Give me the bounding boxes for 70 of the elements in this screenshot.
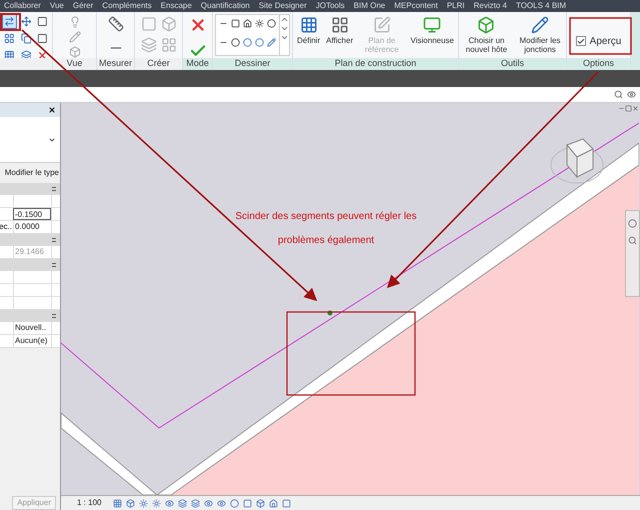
panel-label: Plan de construction bbox=[334, 57, 416, 70]
menu-tab[interactable]: BIM One bbox=[354, 1, 386, 11]
copy-tool-icon[interactable] bbox=[18, 31, 34, 46]
panel-label: Créer bbox=[147, 57, 170, 70]
property-value[interactable]: -0.1500 bbox=[13, 208, 51, 220]
pin-tool-icon[interactable] bbox=[35, 31, 50, 46]
menu-tab[interactable]: Revizto 4 bbox=[474, 1, 507, 11]
view-control-icon[interactable] bbox=[139, 498, 148, 508]
property-value[interactable]: 0.0000 bbox=[13, 221, 51, 233]
ribbon-button[interactable]: Modifier les jonctions bbox=[518, 16, 562, 58]
view-control-icon[interactable] bbox=[165, 498, 174, 508]
checkbox[interactable] bbox=[576, 36, 586, 46]
panel-label: Mesurer bbox=[98, 57, 132, 70]
view-control-icon[interactable] bbox=[126, 498, 136, 508]
collapse-icon[interactable] bbox=[52, 238, 56, 242]
grid-lightbulb-icon[interactable] bbox=[330, 16, 349, 34]
expand-icon[interactable] bbox=[280, 33, 289, 42]
grid-tool-icon[interactable] bbox=[2, 31, 17, 46]
panel-label: Dessiner bbox=[234, 57, 270, 70]
collapse-icon[interactable] bbox=[52, 263, 56, 267]
view-control-icon[interactable] bbox=[256, 498, 266, 508]
edit-type-button[interactable]: Modifier le type bbox=[4, 167, 60, 179]
view-control-icon[interactable] bbox=[113, 498, 122, 508]
view-control-icon[interactable] bbox=[269, 498, 278, 508]
ribbon-button[interactable]: Choisir un nouvel hôte bbox=[463, 16, 510, 58]
ribbon-button[interactable]: Définir bbox=[297, 16, 320, 58]
ribbon-button[interactable]: Visionneuse bbox=[410, 16, 454, 58]
panel-label: Outils bbox=[500, 57, 524, 70]
menu-tab[interactable]: Gérer bbox=[72, 1, 94, 11]
close-icon[interactable] bbox=[48, 106, 56, 114]
menu-tab[interactable]: Vue bbox=[50, 1, 64, 11]
menu-tab[interactable]: Collaborer bbox=[4, 1, 41, 11]
pencil-icon[interactable] bbox=[530, 16, 549, 34]
scroll-up-icon[interactable] bbox=[280, 15, 289, 24]
scale-label[interactable]: 1 : 100 bbox=[77, 497, 102, 509]
menu-tab[interactable]: Site Designer bbox=[258, 1, 307, 11]
scroll-down-icon[interactable] bbox=[280, 24, 289, 33]
ribbon-button[interactable]: Afficher bbox=[326, 16, 354, 58]
view-control-icon[interactable] bbox=[282, 498, 292, 508]
menu-tab[interactable]: MEPcontent bbox=[394, 1, 438, 11]
ruler-icon[interactable] bbox=[108, 16, 124, 32]
menu-tab[interactable]: Enscape bbox=[160, 1, 192, 11]
view-control-icon[interactable] bbox=[204, 498, 214, 508]
box-icon[interactable] bbox=[477, 16, 496, 34]
view-control-icon[interactable] bbox=[217, 498, 226, 508]
panel-label: Mode bbox=[186, 57, 209, 70]
help-icon[interactable] bbox=[614, 90, 623, 99]
view-control-icon[interactable] bbox=[178, 498, 188, 508]
align-tool-icon[interactable] bbox=[2, 14, 17, 29]
menu-tab[interactable]: PLRI bbox=[446, 1, 465, 11]
3d-viewport[interactable]: Scinder des segments peuvent régler les problèmes également bbox=[61, 103, 640, 495]
window-controls-icon[interactable] bbox=[618, 105, 639, 112]
help-icon[interactable] bbox=[627, 90, 636, 99]
monitor-icon[interactable] bbox=[423, 16, 442, 34]
menu-tab[interactable]: Quantification bbox=[200, 1, 250, 11]
collapse-icon[interactable] bbox=[52, 187, 56, 191]
menu-tab[interactable]: TOOLS 4 BIM bbox=[516, 1, 566, 11]
view-control-icon[interactable] bbox=[152, 498, 162, 508]
collapse-icon[interactable] bbox=[52, 314, 56, 318]
menu-tab[interactable]: JOTools bbox=[316, 1, 345, 11]
move-tool-icon[interactable] bbox=[18, 14, 34, 29]
panel-label: Options bbox=[582, 57, 614, 70]
panel-label: Vue bbox=[66, 57, 82, 70]
grid-icon[interactable] bbox=[300, 16, 318, 34]
annotation-text: Scinder des segments peuvent régler les problèmes également bbox=[235, 211, 417, 246]
zoom-icon[interactable] bbox=[628, 236, 637, 245]
trim-tool-icon[interactable] bbox=[35, 14, 50, 29]
steering-wheel-icon[interactable] bbox=[628, 219, 637, 228]
menu-tab[interactable]: Compléments bbox=[102, 1, 152, 11]
view-control-icon[interactable] bbox=[191, 498, 200, 508]
